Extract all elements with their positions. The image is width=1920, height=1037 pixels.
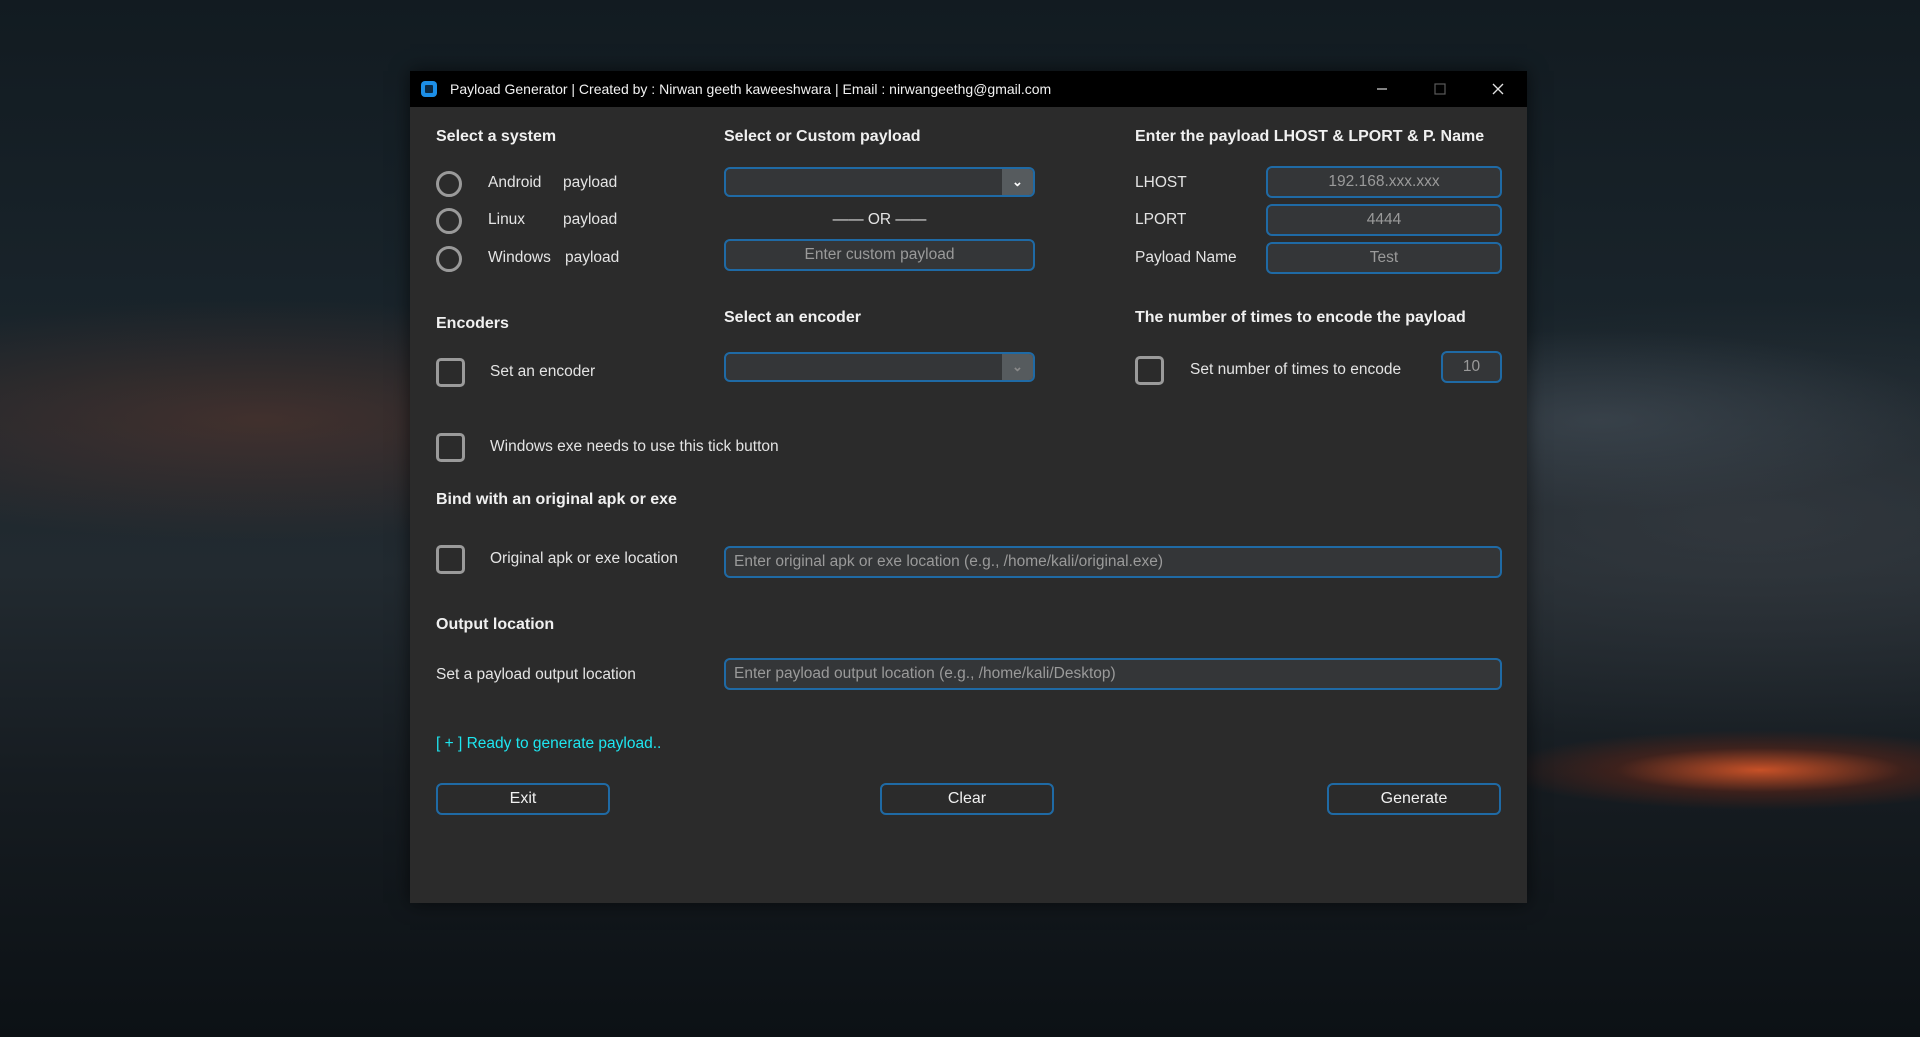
windows-exe-checkbox[interactable] xyxy=(436,433,465,462)
chevron-down-icon[interactable]: ⌄ xyxy=(1002,354,1033,380)
payload-select[interactable]: ⌄ xyxy=(724,167,1035,197)
exit-button[interactable]: Exit xyxy=(436,783,610,815)
app-window: Payload Generator | Created by : Nirwan … xyxy=(410,71,1527,903)
minimize-button[interactable] xyxy=(1353,71,1411,107)
app-icon xyxy=(421,81,437,97)
encode-times-label: Set number of times to encode xyxy=(1190,361,1402,378)
system-heading: Select a system xyxy=(436,128,557,145)
title-bar: Payload Generator | Created by : Nirwan … xyxy=(410,71,1527,107)
maximize-button[interactable] xyxy=(1411,71,1469,107)
encoder-checkbox[interactable] xyxy=(436,358,465,387)
payload-name-input[interactable] xyxy=(1266,242,1502,274)
bind-checkbox-label: Original apk or exe location xyxy=(490,550,678,567)
encode-times-checkbox[interactable] xyxy=(1135,356,1164,385)
encoder-select-heading: Select an encoder xyxy=(724,309,861,326)
custom-payload-input[interactable] xyxy=(724,239,1035,271)
payload-name-label: Payload Name xyxy=(1135,249,1237,266)
connection-heading: Enter the payload LHOST & LPORT & P. Nam… xyxy=(1135,128,1485,145)
bind-heading: Bind with an original apk or exe xyxy=(436,491,677,508)
clear-button[interactable]: Clear xyxy=(880,783,1054,815)
payload-heading: Select or Custom payload xyxy=(724,128,921,145)
original-location-input[interactable] xyxy=(724,546,1502,578)
window-title: Payload Generator | Created by : Nirwan … xyxy=(450,81,1052,97)
close-button[interactable] xyxy=(1469,71,1527,107)
lport-input[interactable] xyxy=(1266,204,1502,236)
radio-windows-label: Windows xyxy=(488,249,551,266)
radio-linux-label: Linux xyxy=(488,211,526,228)
encode-times-input[interactable] xyxy=(1441,351,1502,383)
radio-windows[interactable] xyxy=(436,246,462,272)
radio-android[interactable] xyxy=(436,171,462,197)
close-icon xyxy=(1492,83,1504,95)
encoders-heading: Encoders xyxy=(436,315,509,332)
bind-checkbox[interactable] xyxy=(436,545,465,574)
encoder-checkbox-label: Set an encoder xyxy=(490,363,596,380)
generate-button[interactable]: Generate xyxy=(1327,783,1501,815)
output-heading: Output location xyxy=(436,616,555,633)
output-label: Set a payload output location xyxy=(436,666,636,683)
lhost-input[interactable] xyxy=(1266,166,1502,198)
output-location-input[interactable] xyxy=(724,658,1502,690)
maximize-icon xyxy=(1434,83,1446,95)
chevron-down-icon[interactable]: ⌄ xyxy=(1002,169,1033,195)
window-controls xyxy=(1353,71,1527,107)
radio-linux[interactable] xyxy=(436,208,462,234)
status-text: [ + ] Ready to generate payload.. xyxy=(436,735,662,752)
lhost-label: LHOST xyxy=(1135,174,1187,191)
radio-linux-suffix: payload xyxy=(563,211,618,228)
encode-times-heading: The number of times to encode the payloa… xyxy=(1135,309,1466,326)
windows-exe-label: Windows exe needs to use this tick butto… xyxy=(490,438,779,455)
radio-android-label: Android xyxy=(488,174,542,191)
or-divider: —— OR —— xyxy=(832,211,927,228)
radio-windows-suffix: payload xyxy=(565,249,620,266)
lport-label: LPORT xyxy=(1135,211,1187,228)
radio-android-suffix: payload xyxy=(563,174,618,191)
encoder-select[interactable]: ⌄ xyxy=(724,352,1035,382)
minimize-icon xyxy=(1377,88,1387,90)
